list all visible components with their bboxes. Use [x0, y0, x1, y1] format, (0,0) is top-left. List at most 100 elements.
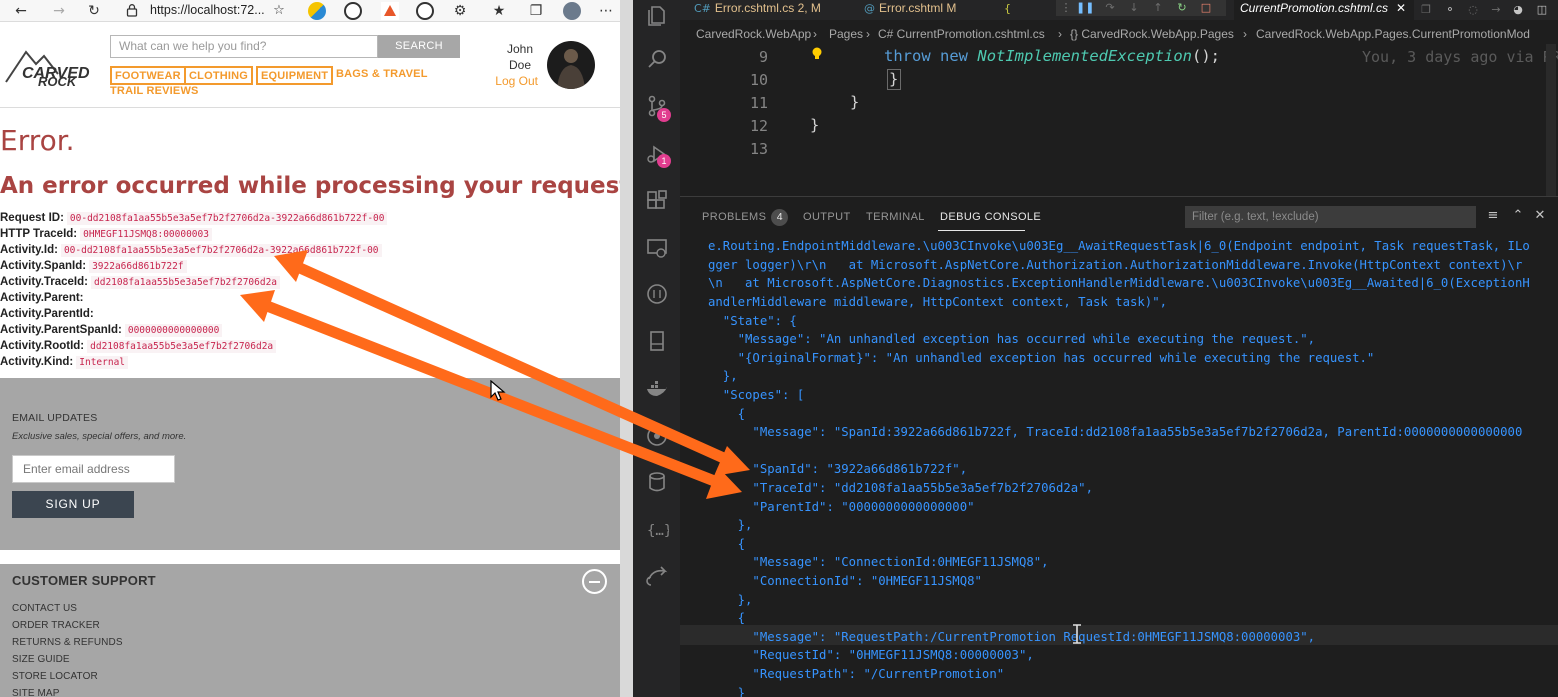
field-label: HTTP TraceId:: [0, 228, 78, 240]
database-icon[interactable]: [645, 470, 669, 494]
step-over-icon[interactable]: ↷: [1102, 0, 1118, 16]
console-line: gger logger)\r\n at Microsoft.AspNetCore…: [708, 258, 1523, 272]
tab-output[interactable]: OUTPUT: [803, 211, 851, 223]
close-panel-icon[interactable]: ✕: [1532, 208, 1548, 224]
copy-icon[interactable]: ❐: [1418, 2, 1434, 18]
support-link-store-locator[interactable]: STORE LOCATOR: [12, 671, 98, 682]
field-value: 0000000000000000: [124, 324, 223, 337]
forward-icon[interactable]: →: [50, 2, 68, 20]
breadcrumb-item[interactable]: C# CurrentPromotion.cshtml.cs: [878, 23, 1045, 45]
window-divider[interactable]: [620, 0, 633, 697]
code-editor[interactable]: 9 10 11 12 13 throw new NotImplementedEx…: [680, 44, 1558, 196]
git-graph-icon[interactable]: ⚬: [1442, 2, 1458, 18]
tab-json[interactable]: {: [998, 0, 1015, 20]
avatar[interactable]: [547, 41, 595, 89]
extensions-icon[interactable]: [645, 189, 669, 213]
tab-debug-console[interactable]: DEBUG CONSOLE: [940, 211, 1041, 223]
field-value: dd2108fa1aa55b5e3a5ef7b2f2706d2a: [91, 276, 281, 289]
lock-icon[interactable]: [125, 3, 139, 17]
support-link-site-map[interactable]: SITE MAP: [12, 688, 59, 697]
testing-icon[interactable]: [645, 329, 669, 353]
tab-terminal[interactable]: TERMINAL: [866, 211, 925, 223]
vscode-window: 5 1 {…} C#Error.cshtml.cs 2, M @ Error.cs…: [633, 0, 1558, 697]
lightbulb-icon[interactable]: [810, 46, 824, 62]
close-tab-icon[interactable]: ✕: [1396, 1, 1406, 15]
search-icon[interactable]: [645, 47, 669, 71]
explorer-icon[interactable]: [645, 4, 669, 28]
address-bar[interactable]: https://localhost:72...: [150, 0, 265, 20]
extension-icon[interactable]: [344, 2, 362, 20]
console-filter-input[interactable]: Filter (e.g. text, !exclude): [1185, 206, 1476, 228]
puzzle-icon[interactable]: ⚙: [451, 2, 469, 20]
favorites-icon[interactable]: ★: [490, 2, 508, 20]
tab-error-cshtml-cs[interactable]: C# Error.cshtml.cs 2, M: [688, 0, 821, 20]
collapse-icon[interactable]: [582, 569, 607, 594]
split-editor-icon[interactable]: ◫: [1534, 2, 1550, 18]
breadcrumb-item[interactable]: CarvedRock.WebApp.Pages.CurrentPromotion…: [1256, 23, 1530, 45]
user-name: John Doe: [500, 41, 540, 73]
email-field[interactable]: Enter email address: [12, 455, 175, 483]
restart-icon[interactable]: ↻: [1174, 0, 1190, 16]
search-button[interactable]: SEARCH: [378, 35, 460, 58]
back-icon[interactable]: ←: [12, 2, 30, 20]
search-input[interactable]: What can we help you find?: [110, 35, 378, 58]
tab-current-promotion[interactable]: CurrentPromotion.cshtml.cs ✕: [1234, 0, 1414, 20]
breadcrumb-item[interactable]: CarvedRock.WebApp: [696, 23, 811, 45]
pause-icon[interactable]: ❚❚: [1076, 0, 1094, 16]
code-line-9: throw new NotImplementedException();: [884, 47, 1220, 65]
extension-icon[interactable]: [308, 2, 326, 20]
extension-icon[interactable]: [416, 2, 434, 20]
line-number: 11: [749, 94, 768, 112]
support-link-contact-us[interactable]: CONTACT US: [12, 603, 77, 614]
text-cursor-icon: [1073, 624, 1081, 644]
extension-icon[interactable]: [381, 2, 399, 20]
active-tab-indicator: [938, 230, 1025, 231]
panel-tab-label: PROBLEMS: [702, 211, 767, 223]
line-number: 13: [749, 140, 768, 158]
support-link-size-guide[interactable]: SIZE GUIDE: [12, 654, 70, 665]
profile-icon[interactable]: [563, 2, 581, 20]
github-pr-icon[interactable]: [645, 282, 669, 306]
field-value: 00-dd2108fa1aa55b5e3a5ef7b2f2706d2a-3922…: [60, 244, 382, 257]
maximize-panel-icon[interactable]: ⌃: [1510, 208, 1526, 224]
nav-bags-travel[interactable]: BAGS & TRAVEL: [333, 66, 431, 85]
breadcrumb-item[interactable]: {} CarvedRock.WebApp.Pages: [1070, 23, 1234, 45]
step-into-icon[interactable]: ↓: [1126, 0, 1142, 16]
favorite-icon[interactable]: ☆: [270, 2, 288, 20]
step-out-icon[interactable]: ↑: [1150, 0, 1166, 16]
tab-error-cshtml[interactable]: @ Error.cshtml M: [858, 0, 956, 20]
nav-equipment[interactable]: EQUIPMENT: [256, 66, 334, 85]
refresh-icon[interactable]: ↻: [85, 2, 103, 20]
next-change-icon[interactable]: →: [1488, 2, 1504, 18]
carved-rock-logo[interactable]: CARVED ROCK: [4, 44, 96, 88]
collections-icon[interactable]: ❐: [527, 2, 545, 20]
breadcrumb-item[interactable]: Pages: [829, 23, 863, 45]
open-changes-icon[interactable]: ◕: [1510, 2, 1526, 18]
remote-explorer-icon[interactable]: [645, 236, 669, 260]
debug-console-output[interactable]: e.Routing.EndpointMiddleware.\u003CInvok…: [680, 237, 1558, 697]
user-first-name: John: [506, 42, 534, 56]
chevron-right-icon: ›: [1058, 27, 1062, 41]
editor-scrollbar[interactable]: [1546, 44, 1556, 196]
more-icon[interactable]: ⋯: [597, 2, 615, 20]
clear-console-icon[interactable]: ≡: [1485, 208, 1501, 224]
line-number: 10: [749, 71, 768, 89]
live-share-icon[interactable]: [645, 565, 669, 589]
azure-icon[interactable]: [645, 424, 669, 448]
field-value: dd2108fa1aa55b5e3a5ef7b2f2706d2a: [87, 340, 277, 353]
previous-change-icon[interactable]: ◌: [1465, 2, 1481, 18]
email-updates-heading: EMAIL UPDATES: [12, 412, 98, 424]
docker-icon[interactable]: [645, 377, 669, 401]
json-icon[interactable]: {…}: [645, 518, 669, 542]
support-link-returns[interactable]: RETURNS & REFUNDS: [12, 637, 123, 648]
nav-trail-reviews[interactable]: TRAIL REVIEWS: [107, 83, 202, 102]
drag-handle-icon[interactable]: ⋮: [1058, 0, 1074, 16]
logout-link[interactable]: Log Out: [492, 74, 538, 88]
sign-up-button[interactable]: SIGN UP: [12, 491, 134, 518]
stop-icon[interactable]: □: [1198, 0, 1214, 16]
support-link-order-tracker[interactable]: ORDER TRACKER: [12, 620, 100, 631]
bottom-panel: PROBLEMS 4 OUTPUT TERMINAL DEBUG CONSOLE …: [680, 196, 1558, 697]
svg-text:ROCK: ROCK: [38, 74, 78, 88]
field-value: 0HMEGF11JSMQ8:00000003: [80, 228, 212, 241]
tab-problems[interactable]: PROBLEMS 4: [702, 209, 789, 226]
